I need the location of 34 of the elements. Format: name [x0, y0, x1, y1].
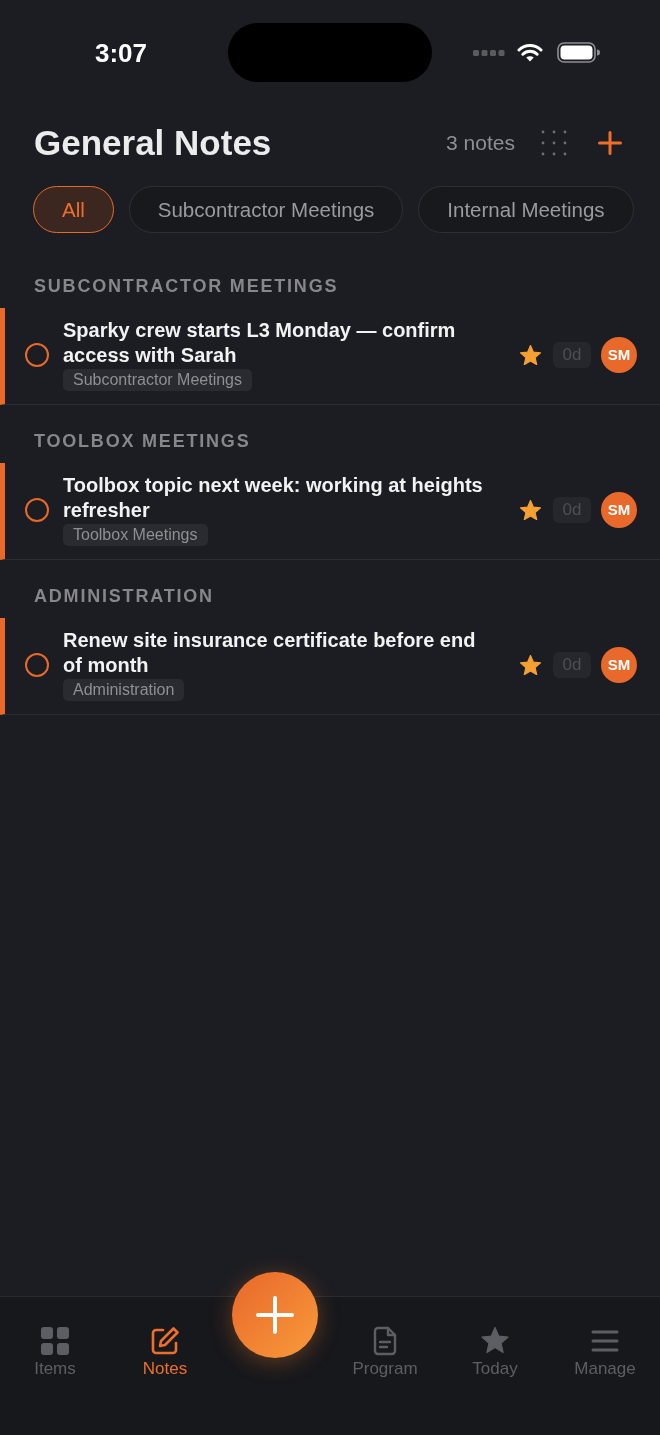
add-note-button[interactable]	[598, 131, 622, 155]
assignee-avatar: SM	[601, 646, 637, 683]
plus-icon	[598, 131, 622, 155]
edit-icon	[150, 1326, 180, 1356]
assignee-avatar: SM	[601, 336, 637, 373]
signal-icon	[473, 49, 505, 56]
status-time: 3:07	[94, 37, 147, 68]
filter-chip[interactable]: All	[33, 186, 114, 233]
section-heading: TOOLBOX MEETINGS	[33, 430, 252, 453]
checkbox-circle[interactable]	[25, 652, 49, 677]
category-tag: Subcontractor Meetings	[63, 369, 252, 391]
checkbox-circle[interactable]	[25, 497, 49, 522]
grid-icon	[40, 1326, 70, 1356]
star-icon	[480, 1326, 510, 1356]
plus-icon	[255, 1295, 295, 1335]
note-count: 3 notes	[446, 130, 515, 156]
note-title: Toolbox topic next week: working at heights refresher	[63, 472, 484, 523]
checkbox-circle[interactable]	[25, 342, 49, 367]
page-title: General Notes	[34, 122, 272, 164]
tab-button[interactable]: Notes	[115, 1326, 215, 1379]
category-tag: Toolbox Meetings	[63, 524, 208, 546]
assignee-avatar: SM	[601, 491, 637, 528]
filter-chip[interactable]: Internal Meetings	[418, 186, 634, 233]
add-button[interactable]	[232, 1272, 318, 1358]
layout-button[interactable]	[541, 130, 567, 156]
category-tag: Administration	[63, 679, 185, 701]
note-title: Renew site insurance certificate before end of month	[63, 627, 477, 678]
section-heading: ADMINISTRATION	[33, 585, 215, 608]
battery-icon	[557, 42, 600, 63]
section-heading: SUBCONTRACTOR MEETINGS	[33, 275, 340, 298]
dot-grid-icon	[541, 130, 567, 156]
filter-chip[interactable]: Subcontractor Meetings	[128, 186, 404, 233]
note-title: Sparky crew starts L3 Monday — confirm access with Sarah	[63, 317, 457, 368]
wifi-icon	[517, 43, 543, 62]
